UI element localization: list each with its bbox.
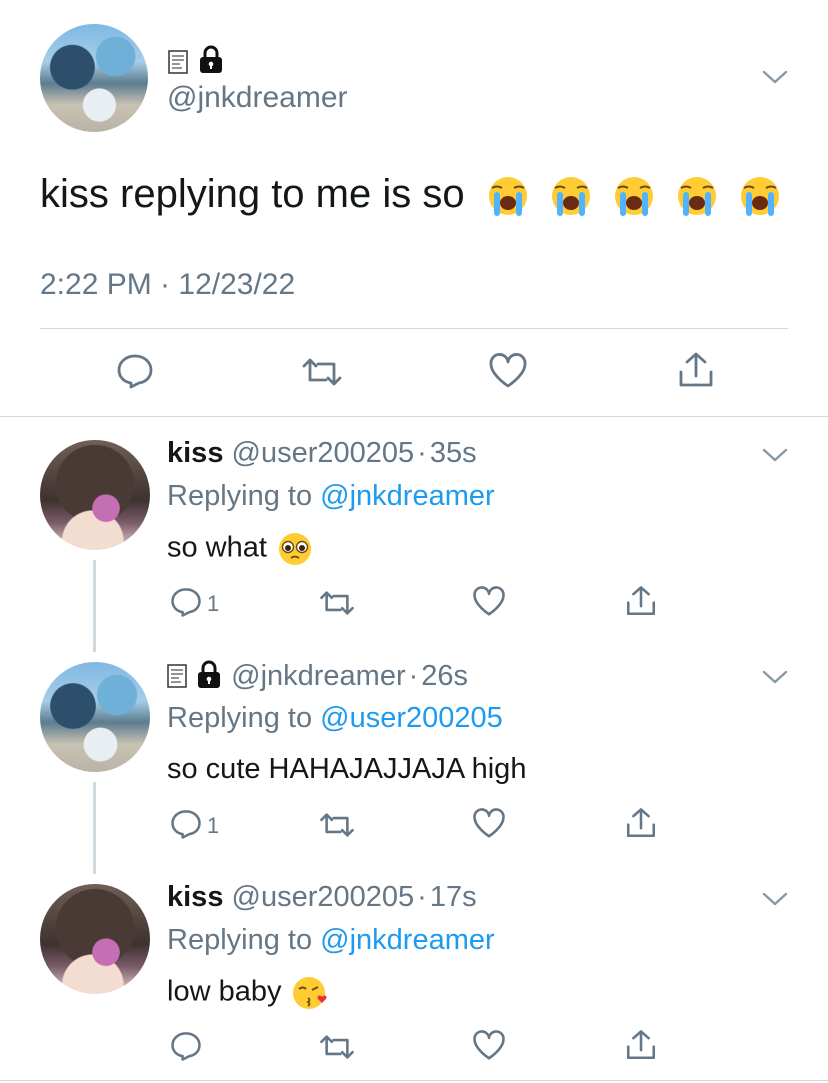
author-handle[interactable]: @jnkdreamer <box>167 81 348 115</box>
reply-avatar[interactable] <box>40 884 150 994</box>
reply-time[interactable]: 35s <box>430 437 477 469</box>
reply-name[interactable]: kiss <box>167 437 223 469</box>
reply-header: kiss @user200205 · 17s <box>167 881 477 914</box>
chevron-down-icon[interactable] <box>762 670 788 689</box>
replying-to-line: Replying to @jnkdreamer <box>167 480 495 513</box>
replying-to-label: Replying to <box>167 924 313 956</box>
reply-icon[interactable] <box>170 808 202 840</box>
loudly-crying-face-icon <box>678 177 717 217</box>
chevron-down-icon[interactable] <box>762 70 788 89</box>
reply-text: low baby <box>167 975 282 1008</box>
like-icon[interactable] <box>472 1030 506 1061</box>
loudly-crying-face-icon <box>551 177 590 217</box>
loudly-crying-face-icon <box>488 177 527 217</box>
document-icon <box>167 664 187 688</box>
share-icon[interactable] <box>624 806 658 840</box>
loudly-crying-face-icon <box>614 177 653 217</box>
retweet-icon[interactable] <box>300 357 344 387</box>
tweet-timestamp[interactable]: 2:22 PM · 12/23/22 <box>40 268 295 302</box>
replying-to-line: Replying to @jnkdreamer <box>167 924 495 957</box>
reply-count: 1 <box>207 591 220 616</box>
replying-to-mention[interactable]: @jnkdreamer <box>320 924 495 956</box>
loudly-crying-face-icon <box>741 177 780 217</box>
reply-time[interactable]: 26s <box>421 660 468 692</box>
like-icon[interactable] <box>472 808 506 839</box>
divider <box>40 328 788 329</box>
share-icon[interactable] <box>624 1028 658 1062</box>
retweet-icon[interactable] <box>318 590 356 616</box>
thread-line <box>93 560 96 652</box>
bottom-divider <box>0 1080 828 1081</box>
chevron-down-icon[interactable] <box>762 892 788 911</box>
replying-to-line: Replying to @user200205 <box>167 702 503 735</box>
reply-icon[interactable] <box>116 353 154 389</box>
author-avatar[interactable] <box>40 24 148 132</box>
thread-line <box>93 782 96 874</box>
lock-icon <box>197 44 225 74</box>
like-icon[interactable] <box>472 586 506 617</box>
reply-name[interactable]: kiss <box>167 881 223 913</box>
reply-count: 1 <box>207 813 220 838</box>
document-icon <box>168 50 188 74</box>
retweet-icon[interactable] <box>318 1034 356 1060</box>
reply-icon[interactable] <box>170 1030 202 1062</box>
pleading-face-icon <box>279 533 312 565</box>
reply-handle[interactable]: @jnkdreamer <box>231 660 406 692</box>
face-blowing-kiss-icon <box>292 977 327 1009</box>
reply-body: so what <box>167 531 315 567</box>
reply-text: so cute HAHAJAJJAJA high <box>167 753 527 785</box>
reply-body: low baby <box>167 975 330 1011</box>
separator-dot: · <box>417 437 427 469</box>
reply-handle[interactable]: @user200205 <box>232 437 415 469</box>
lock-icon <box>198 660 221 688</box>
reply-time[interactable]: 17s <box>430 881 477 913</box>
reply-text: so what <box>167 531 267 564</box>
share-icon[interactable] <box>676 350 716 390</box>
reply-header: kiss @user200205 · 35s <box>167 437 477 470</box>
crying-emoji-row <box>482 172 787 217</box>
separator-dot: · <box>417 881 427 913</box>
replying-to-label: Replying to <box>167 702 313 734</box>
reply-header: @jnkdreamer · 26s <box>167 659 468 693</box>
reply-icon[interactable] <box>170 586 202 618</box>
like-icon[interactable] <box>488 353 528 389</box>
section-divider <box>0 416 828 417</box>
tweet-body: kiss replying to me is so <box>40 172 786 218</box>
replying-to-mention[interactable]: @user200205 <box>320 702 503 734</box>
tweet-text: kiss replying to me is so <box>40 172 465 216</box>
retweet-icon[interactable] <box>318 812 356 838</box>
chevron-down-icon[interactable] <box>762 448 788 467</box>
reply-avatar[interactable] <box>40 662 150 772</box>
reply-avatar[interactable] <box>40 440 150 550</box>
reply-handle[interactable]: @user200205 <box>232 881 415 913</box>
separator-dot: · <box>408 660 419 692</box>
replying-to-label: Replying to <box>167 480 313 512</box>
share-icon[interactable] <box>624 584 658 618</box>
replying-to-mention[interactable]: @jnkdreamer <box>320 480 495 512</box>
